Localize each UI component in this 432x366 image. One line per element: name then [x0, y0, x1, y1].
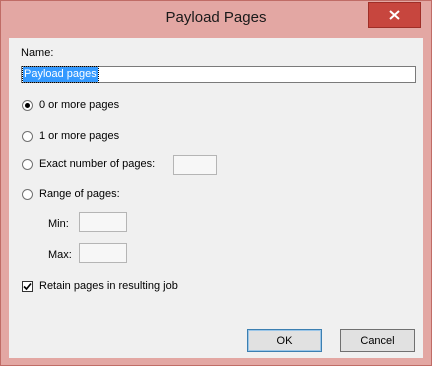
exact-number-field[interactable] — [173, 155, 217, 175]
range-max-label: Max: — [48, 249, 72, 261]
close-button[interactable] — [368, 2, 421, 28]
radio-one-or-more[interactable] — [22, 131, 33, 142]
range-min-label: Min: — [48, 218, 69, 230]
radio-one-or-more-label[interactable]: 1 or more pages — [39, 130, 119, 142]
name-input-value: Payload pages — [22, 66, 99, 83]
name-label: Name: — [21, 47, 54, 59]
ok-button[interactable]: OK — [247, 329, 322, 352]
title-bar[interactable]: Payload Pages — [1, 1, 431, 37]
dialog-title: Payload Pages — [165, 9, 267, 26]
close-x-icon — [389, 10, 400, 20]
radio-zero-or-more[interactable] — [22, 100, 33, 111]
dialog-client-area: Name: Payload pages 0 or more pages 1 or… — [9, 38, 423, 358]
radio-range-of-pages-label[interactable]: Range of pages: — [39, 188, 120, 200]
radio-exact-number[interactable] — [22, 159, 33, 170]
range-max-field[interactable] — [79, 243, 127, 263]
name-input[interactable]: Payload pages — [21, 66, 416, 83]
radio-range-of-pages[interactable] — [22, 189, 33, 200]
retain-pages-label[interactable]: Retain pages in resulting job — [39, 280, 178, 292]
radio-zero-or-more-label[interactable]: 0 or more pages — [39, 99, 119, 111]
retain-pages-checkbox[interactable] — [22, 281, 33, 292]
dialog-window: Payload Pages Name: Payload pages 0 or m… — [0, 0, 432, 366]
range-min-field[interactable] — [79, 212, 127, 232]
checkmark-icon — [23, 282, 32, 291]
cancel-button[interactable]: Cancel — [340, 329, 415, 352]
radio-exact-number-label[interactable]: Exact number of pages: — [39, 158, 155, 170]
